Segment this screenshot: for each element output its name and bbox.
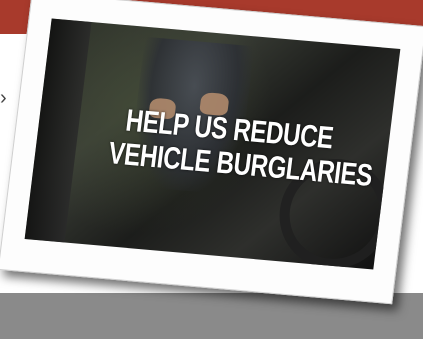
arrow-mark-icon: › [0, 87, 7, 109]
promo-image-card[interactable]: HELP US REDUCE VEHICLE BURGLARIES [0, 0, 423, 305]
car-window-frame [24, 18, 92, 243]
vehicle-burglary-photo: HELP US REDUCE VEHICLE BURGLARIES [24, 18, 401, 270]
